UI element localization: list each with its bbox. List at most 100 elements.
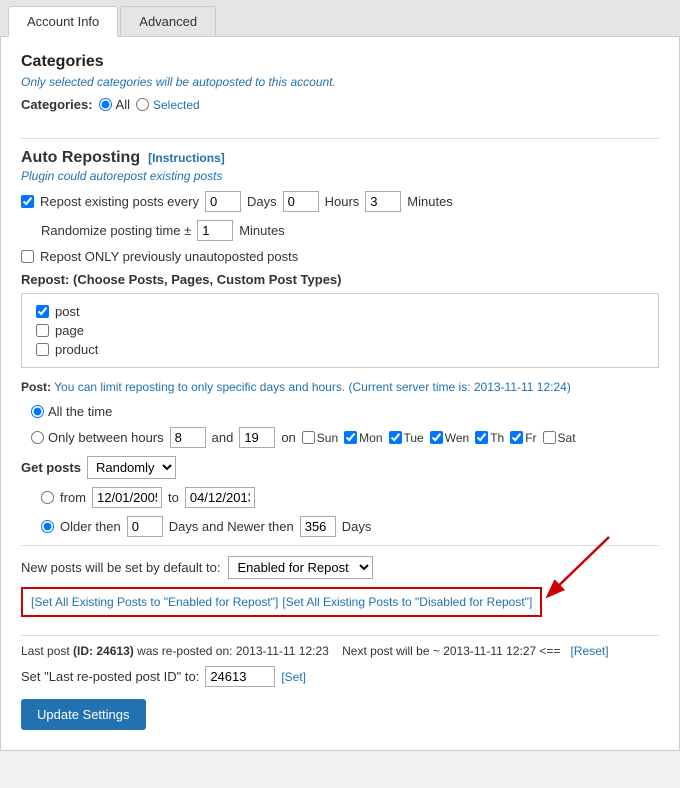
- th-checkbox[interactable]: [475, 431, 488, 444]
- repost-hours-input[interactable]: [283, 191, 319, 212]
- from-hour-input[interactable]: [170, 427, 206, 448]
- tue-day-option[interactable]: Tue: [389, 431, 424, 445]
- repost-every-row: Repost existing posts every Days Hours M…: [21, 191, 659, 212]
- set-last-reposted-row: Set "Last re-posted post ID" to: [Set]: [21, 666, 659, 687]
- days-label: Days: [247, 194, 277, 209]
- repost-days-input[interactable]: [205, 191, 241, 212]
- older-newer-row: Older then Days and Newer then Days: [41, 516, 659, 537]
- between-hours-option[interactable]: Only between hours: [31, 430, 164, 445]
- mon-checkbox[interactable]: [344, 431, 357, 444]
- last-post-prefix: Last post: [21, 644, 70, 658]
- repost-post-checkbox[interactable]: [36, 305, 49, 318]
- new-posts-dropdown[interactable]: Enabled for Repost Disabled for Repost: [228, 556, 373, 579]
- last-post-row: Last post (ID: 24613) was re-posted on: …: [21, 644, 659, 658]
- set-action-link[interactable]: [Set]: [281, 670, 306, 684]
- repost-only-label: Repost ONLY previously unautoposted post…: [40, 249, 298, 264]
- tab-bar: Account Info Advanced: [0, 0, 680, 37]
- repost-only-row: Repost ONLY previously unautoposted post…: [21, 249, 659, 264]
- repost-product-checkbox[interactable]: [36, 343, 49, 356]
- post-timing-prefix: Post:: [21, 380, 51, 394]
- sun-day-option[interactable]: Sun: [302, 431, 338, 445]
- divider-2: [21, 545, 659, 546]
- tab-advanced[interactable]: Advanced: [120, 6, 216, 36]
- older-radio-option[interactable]: [41, 520, 54, 533]
- between-hours-label: Only between hours: [48, 430, 164, 445]
- repost-every-label: Repost existing posts every: [40, 194, 199, 209]
- categories-selected-option[interactable]: Selected: [136, 98, 200, 112]
- time-options: All the time Only between hours and on: [31, 404, 659, 448]
- repost-every-checkbox[interactable]: [21, 195, 34, 208]
- repost-page-checkbox[interactable]: [36, 324, 49, 337]
- repost-post-label: post: [55, 304, 80, 319]
- th-day-option[interactable]: Th: [475, 431, 504, 445]
- instructions-link[interactable]: [Instructions]: [148, 151, 225, 165]
- older-radio[interactable]: [41, 520, 54, 533]
- set-last-post-id-input[interactable]: [205, 666, 275, 687]
- mon-day-option[interactable]: Mon: [344, 431, 382, 445]
- sat-checkbox[interactable]: [543, 431, 556, 444]
- page-wrapper: Account Info Advanced Categories Only se…: [0, 0, 680, 788]
- set-enabled-link[interactable]: [Set All Existing Posts to "Enabled for …: [31, 595, 278, 609]
- all-time-radio[interactable]: [31, 405, 44, 418]
- main-content: Categories Only selected categories will…: [0, 37, 680, 751]
- sun-checkbox[interactable]: [302, 431, 315, 444]
- get-posts-dropdown[interactable]: Randomly In Order Random: [87, 456, 176, 479]
- wen-day-option[interactable]: Wen: [430, 431, 469, 445]
- categories-title: Categories: [21, 53, 659, 71]
- newer-input[interactable]: [300, 516, 336, 537]
- repost-product-option[interactable]: product: [36, 342, 644, 357]
- between-hours-radio[interactable]: [31, 431, 44, 444]
- repost-product-label: product: [55, 342, 98, 357]
- all-time-option[interactable]: All the time: [31, 404, 112, 419]
- from-date-input[interactable]: [92, 487, 162, 508]
- randomize-label: Randomize posting time ±: [41, 223, 191, 238]
- all-time-row: All the time: [31, 404, 659, 419]
- to-hour-input[interactable]: [239, 427, 275, 448]
- next-post-prefix: Next post will be ~: [342, 644, 440, 658]
- set-label: Set "Last re-posted post ID" to:: [21, 669, 199, 684]
- all-time-label: All the time: [48, 404, 112, 419]
- wen-label: Wen: [445, 431, 469, 445]
- last-post-id: (ID: 24613): [73, 644, 134, 658]
- to-date-input[interactable]: [185, 487, 255, 508]
- randomize-input[interactable]: [197, 220, 233, 241]
- categories-subtitle: Only selected categories will be autopos…: [21, 75, 659, 89]
- auto-repost-section: Auto Reposting [Instructions] Plugin cou…: [21, 149, 659, 687]
- mon-label: Mon: [359, 431, 382, 445]
- set-all-posts-box: [Set All Existing Posts to "Enabled for …: [21, 587, 542, 617]
- repost-page-option[interactable]: page: [36, 323, 644, 338]
- update-settings-button[interactable]: Update Settings: [21, 699, 146, 730]
- categories-all-radio[interactable]: [99, 98, 112, 111]
- categories-row: Categories: All Selected: [21, 97, 659, 112]
- next-post-date: 2013-11-11 12:27 <==: [443, 644, 560, 658]
- sun-label: Sun: [317, 431, 338, 445]
- randomize-row: Randomize posting time ± Minutes: [41, 220, 659, 241]
- sat-day-option[interactable]: Sat: [543, 431, 576, 445]
- repost-only-checkbox[interactable]: [21, 250, 34, 263]
- repost-choose-label: Repost: (Choose Posts, Pages, Custom Pos…: [21, 272, 659, 287]
- and-label: and: [212, 430, 234, 445]
- auto-repost-subtitle: Plugin could autorepost existing posts: [21, 169, 659, 183]
- older-input[interactable]: [127, 516, 163, 537]
- set-disabled-link[interactable]: [Set All Existing Posts to "Disabled for…: [282, 595, 532, 609]
- fr-checkbox[interactable]: [510, 431, 523, 444]
- from-radio[interactable]: [41, 491, 54, 504]
- last-post-date: 2013-11-11 12:23: [236, 644, 329, 658]
- repost-minutes-input[interactable]: [365, 191, 401, 212]
- randomize-unit: Minutes: [239, 223, 285, 238]
- post-timing-note: Post: You can limit reposting to only sp…: [21, 380, 659, 394]
- fr-day-option[interactable]: Fr: [510, 431, 536, 445]
- from-radio-option[interactable]: [41, 491, 54, 504]
- repost-page-label: page: [55, 323, 84, 338]
- new-posts-row: New posts will be set by default to: Ena…: [21, 556, 659, 579]
- tab-account-info[interactable]: Account Info: [8, 6, 118, 37]
- categories-selected-radio[interactable]: [136, 98, 149, 111]
- categories-all-option[interactable]: All: [99, 97, 130, 112]
- auto-repost-title-row: Auto Reposting [Instructions]: [21, 149, 659, 167]
- wen-checkbox[interactable]: [430, 431, 443, 444]
- reset-link[interactable]: [Reset]: [571, 644, 609, 658]
- tue-checkbox[interactable]: [389, 431, 402, 444]
- on-label: on: [281, 430, 295, 445]
- minutes-label: Minutes: [407, 194, 453, 209]
- repost-post-option[interactable]: post: [36, 304, 644, 319]
